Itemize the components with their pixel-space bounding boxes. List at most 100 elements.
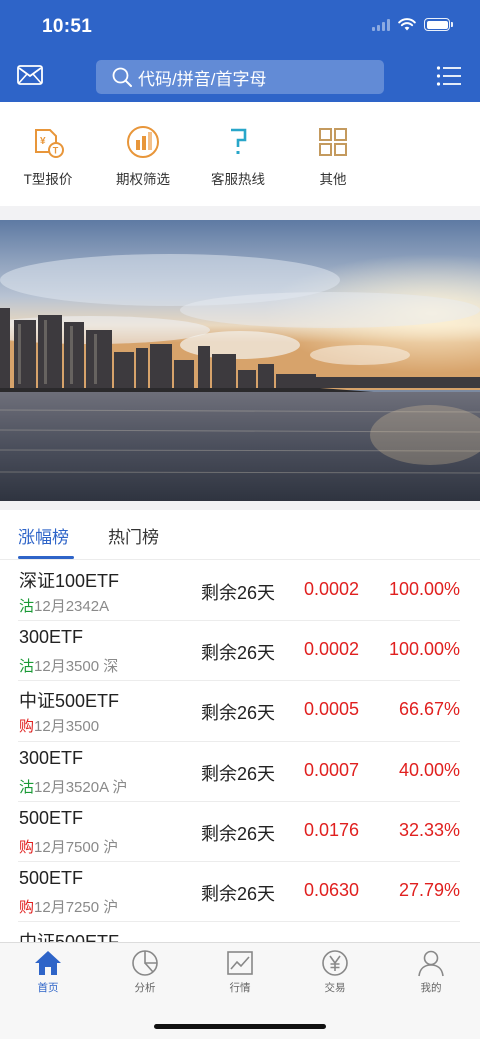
contract-month-strike: 12月3500 bbox=[34, 718, 100, 736]
shortcut-label: 期权筛选 bbox=[116, 172, 170, 187]
hotline-icon bbox=[231, 128, 247, 154]
search-placeholder: 代码/拼音/首字母 bbox=[138, 69, 267, 89]
tab-label: 交易 bbox=[324, 982, 346, 994]
put-tag: 沽 bbox=[19, 658, 35, 676]
user-icon bbox=[418, 950, 444, 977]
tab-gainers[interactable]: 涨幅榜 bbox=[18, 523, 69, 548]
battery-icon bbox=[424, 18, 453, 31]
change-percent: 100.00% bbox=[388, 639, 460, 660]
shortcut-t-quote[interactable]: ¥ T T型报价 bbox=[0, 122, 96, 188]
pie-chart-icon bbox=[132, 950, 158, 976]
list-item[interactable]: 300ETF 沽12月3500 深 剩余26天 0.0002 100.00% bbox=[18, 621, 460, 682]
section-divider bbox=[0, 501, 480, 510]
contract-name: 中证500ETF bbox=[19, 928, 119, 942]
change-percent: 27.79% bbox=[398, 879, 460, 900]
status-icons bbox=[372, 18, 453, 31]
tab-label: 分析 bbox=[134, 982, 156, 994]
mail-icon bbox=[17, 65, 43, 85]
tab-hot[interactable]: 热门榜 bbox=[108, 523, 159, 548]
contract-name: 中证500ETF bbox=[19, 691, 120, 712]
ranking-tabs: 涨幅榜 热门榜 bbox=[0, 510, 480, 560]
yen-icon bbox=[322, 950, 348, 976]
contract-name: 深证100ETF bbox=[19, 571, 120, 591]
grid-icon bbox=[319, 128, 347, 156]
change-percent: 32.33% bbox=[398, 819, 460, 840]
list-item[interactable]: 300ETF 沽12月3520A 沪 剩余26天 0.0007 40.00% bbox=[18, 742, 460, 802]
days-remaining: 剩余26天 bbox=[201, 643, 276, 664]
call-tag: 购 bbox=[19, 898, 35, 916]
shortcut-grid: ¥ T T型报价 期权筛选 客服热线 其他 bbox=[0, 102, 480, 206]
change-percent: 100.00% bbox=[388, 579, 460, 599]
contract-detail: 购12月7250 沪 bbox=[19, 896, 118, 917]
banner-image bbox=[0, 220, 480, 501]
home-icon bbox=[35, 951, 61, 975]
tab-analysis[interactable]: 分析 bbox=[110, 949, 180, 995]
tab-label: 我的 bbox=[420, 982, 442, 994]
contract-detail: 购12月3500 bbox=[19, 715, 99, 736]
days-remaining: 剩余26天 bbox=[201, 883, 276, 904]
active-tab-indicator bbox=[18, 556, 74, 559]
menu-list-icon bbox=[436, 66, 461, 86]
contract-name: 500ETF bbox=[19, 867, 84, 888]
section-divider bbox=[0, 206, 480, 220]
tab-home[interactable]: 首页 bbox=[13, 949, 83, 995]
contract-month-strike: 12月7250 沪 bbox=[34, 898, 119, 916]
search-icon bbox=[112, 67, 132, 87]
contract-month-strike: 12月2342A bbox=[34, 598, 110, 615]
list-item[interactable]: 500ETF 购12月7500 沪 剩余26天 0.0176 32.33% bbox=[18, 802, 460, 862]
latest-price: 0.0176 bbox=[304, 819, 360, 840]
wifi-icon bbox=[398, 18, 416, 31]
tab-label: 行情 bbox=[229, 982, 251, 994]
shortcut-label: 其他 bbox=[319, 172, 347, 187]
call-tag: 购 bbox=[19, 838, 35, 856]
svg-text:¥: ¥ bbox=[40, 136, 46, 147]
filter-icon bbox=[127, 126, 159, 158]
latest-price: 0.0002 bbox=[304, 639, 360, 660]
days-remaining: 剩余26天 bbox=[201, 823, 276, 844]
put-tag: 沽 bbox=[19, 598, 35, 615]
days-remaining: 剩余26天 bbox=[201, 703, 276, 724]
tab-trade[interactable]: 交易 bbox=[300, 949, 370, 995]
contract-name: 300ETF bbox=[19, 747, 84, 768]
tab-label: 首页 bbox=[37, 982, 59, 994]
shortcut-label: T型报价 bbox=[23, 172, 73, 187]
shortcut-hotline[interactable]: 客服热线 bbox=[190, 122, 286, 188]
list-item[interactable]: 中证500ETF 购12月3500 剩余26天 0.0005 66.67% bbox=[18, 681, 460, 742]
status-time: 10:51 bbox=[42, 16, 93, 37]
latest-price: 0.0630 bbox=[304, 879, 360, 900]
message-button[interactable] bbox=[17, 64, 43, 88]
menu-button[interactable] bbox=[436, 65, 462, 89]
contract-detail: 沽12月2342A bbox=[19, 595, 109, 616]
shortcut-label: 客服热线 bbox=[211, 172, 265, 187]
list-item[interactable]: 500ETF 购12月7250 沪 剩余26天 0.0630 27.79% bbox=[18, 862, 460, 923]
shortcut-option-filter[interactable]: 期权筛选 bbox=[95, 122, 191, 188]
cellular-signal-icon bbox=[372, 18, 390, 31]
contract-month-strike: 12月7500 沪 bbox=[34, 838, 119, 856]
shortcut-other[interactable]: 其他 bbox=[285, 122, 381, 188]
change-percent: 66.67% bbox=[398, 699, 460, 720]
home-indicator bbox=[154, 1024, 326, 1029]
line-chart-icon bbox=[227, 951, 253, 975]
contract-name: 500ETF bbox=[19, 807, 84, 828]
list-item[interactable]: 深证100ETF 沽12月2342A 剩余26天 0.0002 100.00% bbox=[18, 561, 460, 622]
contract-name: 300ETF bbox=[19, 627, 84, 648]
search-input[interactable]: 代码/拼音/首字母 bbox=[96, 60, 384, 94]
contract-detail: 沽12月3520A 沪 bbox=[19, 776, 127, 797]
svg-text:T: T bbox=[53, 146, 59, 156]
days-remaining: 剩余26天 bbox=[201, 583, 276, 603]
contract-detail: 沽12月3500 深 bbox=[19, 655, 118, 676]
ranking-list: 深证100ETF 沽12月2342A 剩余26天 0.0002 100.00% … bbox=[0, 561, 480, 942]
change-percent: 40.00% bbox=[398, 759, 460, 780]
nav-row: 代码/拼音/首字母 bbox=[0, 58, 480, 96]
latest-price: 0.0005 bbox=[304, 699, 360, 720]
call-tag: 购 bbox=[19, 718, 35, 736]
days-remaining: 剩余26天 bbox=[201, 763, 276, 784]
contract-month-strike: 12月3500 深 bbox=[34, 658, 119, 676]
status-bar: 10:51 bbox=[0, 0, 480, 50]
promo-banner[interactable] bbox=[0, 220, 480, 501]
put-tag: 沽 bbox=[19, 778, 35, 796]
tab-market[interactable]: 行情 bbox=[205, 949, 275, 995]
tab-mine[interactable]: 我的 bbox=[396, 949, 466, 995]
t-quote-icon: ¥ T bbox=[35, 129, 64, 158]
list-item[interactable]: 中证500ETF bbox=[18, 922, 460, 942]
